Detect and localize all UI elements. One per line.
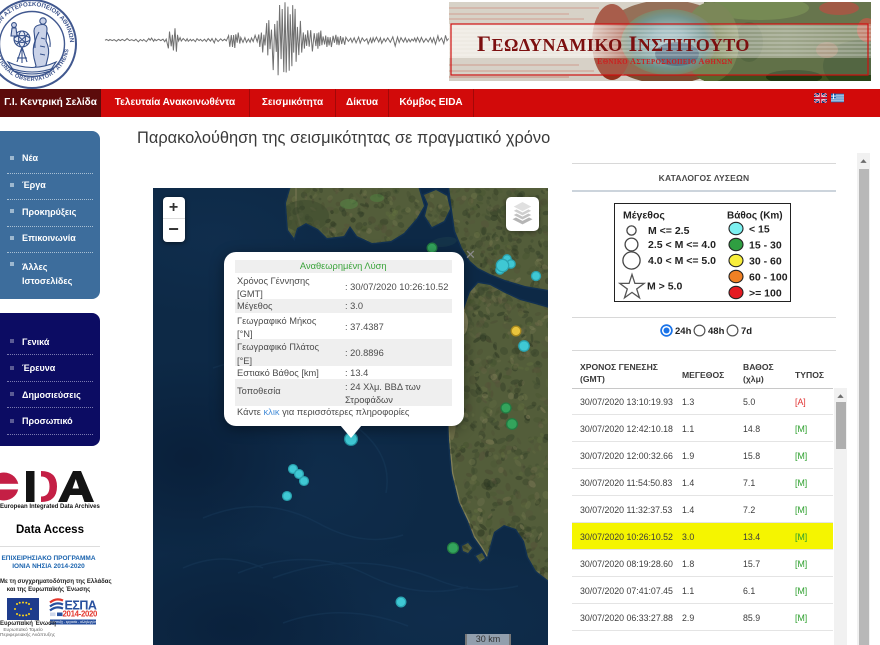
svg-text:4.0 < M <= 5.0: 4.0 < M <= 5.0 bbox=[648, 255, 716, 267]
svg-text:ΕΘΝΙΚΟ ΑΣΤΕΡΟΣΚΟΠΕΙΟ ΑΘΗΝΩΝ: ΕΘΝΙΚΟ ΑΣΤΕΡΟΣΚΟΠΕΙΟ ΑΘΗΝΩΝ bbox=[597, 57, 733, 66]
svg-text:Μέγεθος: Μέγεθος bbox=[623, 210, 665, 222]
svg-text:2014-2020: 2014-2020 bbox=[63, 609, 99, 618]
svg-text:< 15: < 15 bbox=[749, 224, 770, 236]
svg-text:2.5 < M <= 4.0: 2.5 < M <= 4.0 bbox=[648, 239, 716, 251]
svg-text:ανάπτυξη - εργασία - αλληλεγγύ: ανάπτυξη - εργασία - αλληλεγγύη bbox=[49, 620, 96, 624]
svg-text:30 - 60: 30 - 60 bbox=[749, 256, 782, 268]
svg-text:M > 5.0: M > 5.0 bbox=[647, 281, 682, 293]
svg-text:60 - 100: 60 - 100 bbox=[749, 272, 788, 284]
svg-text:Βάθος (Km): Βάθος (Km) bbox=[727, 211, 783, 222]
svg-text:ΓΕΩΔΥΝΑΜΙΚΟ ΙΝΣΤΙΤΟΥΤΟ: ΓΕΩΔΥΝΑΜΙΚΟ ΙΝΣΤΙΤΟΥΤΟ bbox=[477, 31, 750, 56]
svg-text:>= 100: >= 100 bbox=[749, 288, 782, 300]
svg-text:15 - 30: 15 - 30 bbox=[749, 240, 782, 252]
svg-text:M <= 2.5: M <= 2.5 bbox=[648, 225, 690, 237]
